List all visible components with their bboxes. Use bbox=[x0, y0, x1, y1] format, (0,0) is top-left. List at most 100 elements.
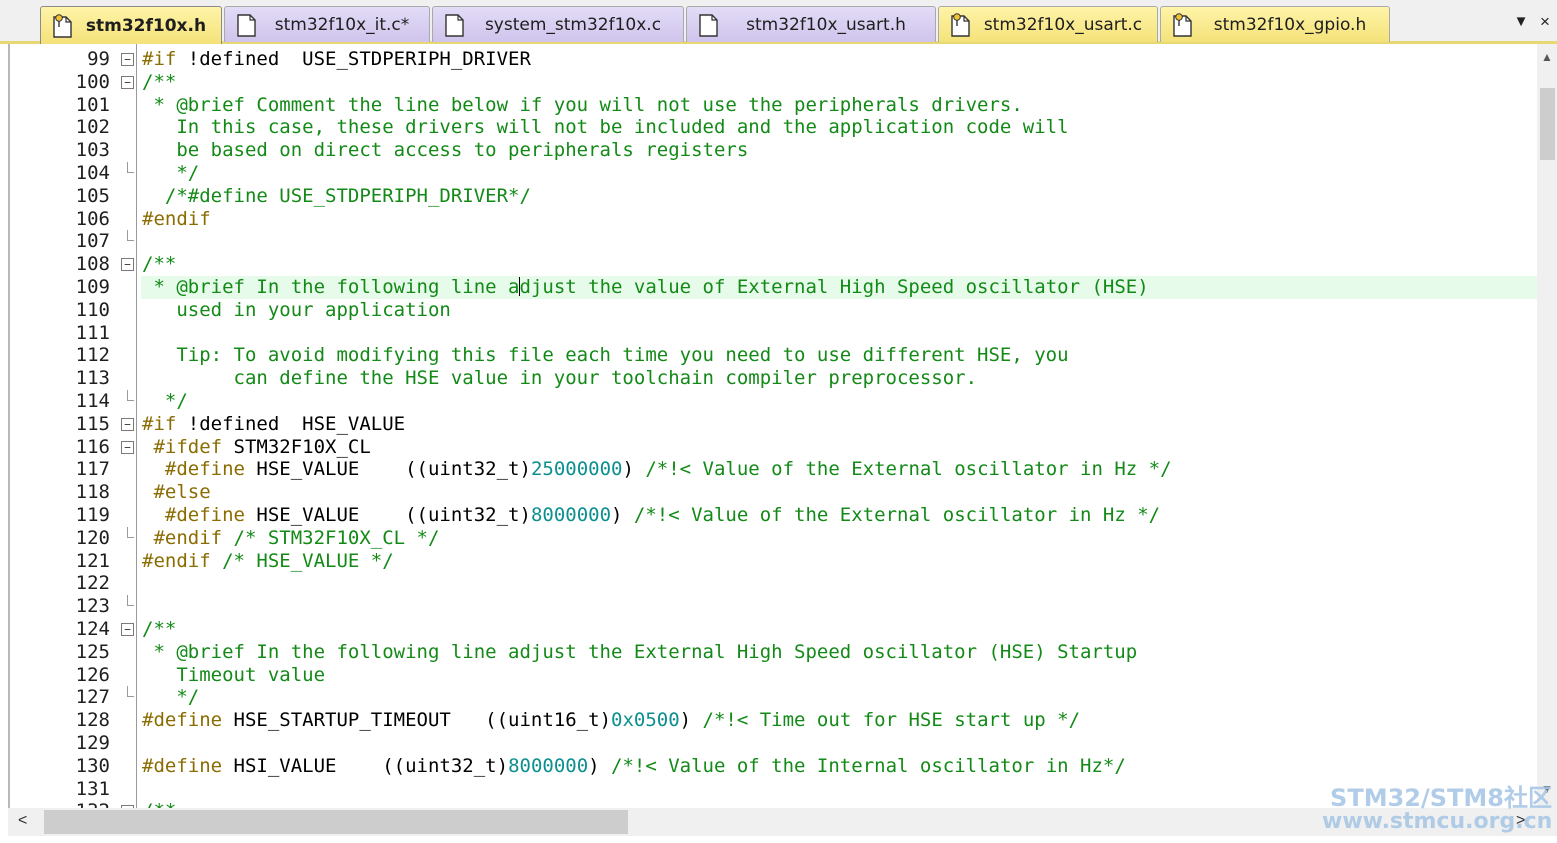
code-line[interactable]: 121 #endif /* HSE_VALUE */ bbox=[10, 550, 1540, 573]
code-line[interactable]: 107 bbox=[10, 230, 1540, 253]
vertical-scroll-thumb[interactable] bbox=[1540, 88, 1555, 160]
tab-stm32f10x-usart-h[interactable]: stm32f10x_usart.h bbox=[686, 6, 936, 42]
code-token: #endif bbox=[142, 207, 211, 230]
code-token: ) bbox=[588, 754, 612, 777]
header-file-icon bbox=[949, 12, 971, 38]
line-number: 100 bbox=[75, 70, 110, 93]
code-line[interactable]: 108−/** bbox=[10, 253, 1540, 276]
code-line[interactable]: 131 bbox=[10, 778, 1540, 801]
code-line[interactable]: 132−/** bbox=[10, 800, 1540, 808]
code-text: */ bbox=[141, 162, 1540, 185]
fold-collapse-icon[interactable]: − bbox=[121, 440, 134, 454]
code-line[interactable]: 120 #endif /* STM32F10X_CL */ bbox=[10, 526, 1540, 550]
line-number: 102 bbox=[75, 116, 110, 139]
vertical-scrollbar[interactable]: ▲ ▼ bbox=[1537, 44, 1557, 808]
line-number: 112 bbox=[75, 344, 110, 367]
code-line[interactable]: 117 #define HSE_VALUE ((uint32_t)2500000… bbox=[10, 458, 1540, 481]
code-line[interactable]: 127 */ bbox=[10, 686, 1540, 709]
code-token: #if bbox=[142, 412, 177, 435]
code-token: #else bbox=[142, 481, 211, 504]
code-line[interactable]: 105 /*#define USE_STDPERIPH_DRIVER*/ bbox=[10, 185, 1540, 208]
code-token: #if bbox=[142, 48, 177, 70]
code-line[interactable]: 101 * @brief Comment the line below if y… bbox=[10, 94, 1540, 117]
code-token: * @brief Comment the line below if you w… bbox=[142, 93, 1023, 116]
code-line[interactable]: 128 #define HSE_STARTUP_TIMEOUT ((uint16_… bbox=[10, 709, 1540, 732]
code-token: /* HSE_VALUE */ bbox=[210, 549, 394, 572]
code-line[interactable]: 124−/** bbox=[10, 618, 1540, 641]
line-number: 132 bbox=[10, 800, 110, 808]
code-line[interactable]: 125 * @brief In the following line adjus… bbox=[10, 641, 1540, 664]
line-number: 99 bbox=[87, 48, 110, 70]
line-number: 120 bbox=[75, 526, 110, 549]
code-text: /** bbox=[141, 618, 1540, 641]
horizontal-scroll-thumb[interactable] bbox=[44, 810, 628, 834]
code-line[interactable]: 114 */ bbox=[10, 390, 1540, 413]
line-number: 117 bbox=[75, 458, 110, 481]
code-line[interactable]: 115− #if !defined HSE_VALUE bbox=[10, 413, 1540, 436]
line-number: 122 bbox=[75, 572, 110, 595]
code-text: #else bbox=[141, 481, 1540, 504]
source-file-icon bbox=[697, 12, 719, 38]
code-line[interactable]: 122 bbox=[10, 572, 1540, 595]
code-token: #endif bbox=[142, 526, 223, 549]
source-file-icon bbox=[235, 12, 257, 38]
line-number: 111 bbox=[75, 321, 110, 344]
tab-stm32f10x-h[interactable]: stm32f10x.h bbox=[40, 6, 222, 44]
code-line[interactable]: 100−/** bbox=[10, 71, 1540, 94]
fold-collapse-icon[interactable]: − bbox=[121, 53, 134, 66]
tab-label: stm32f10x_gpio.h bbox=[1213, 14, 1367, 35]
watermark-line-1: STM32/STM8社区 bbox=[1330, 784, 1552, 812]
line-number: 106 bbox=[75, 207, 110, 230]
close-tab-button[interactable]: × bbox=[1540, 10, 1557, 34]
source-file-icon bbox=[443, 12, 465, 38]
code-line[interactable]: 119 #define HSE_VALUE ((uint32_t)8000000… bbox=[10, 504, 1540, 527]
tab-label: stm32f10x.h bbox=[85, 15, 207, 36]
line-number: 105 bbox=[75, 184, 110, 207]
code-token: * @brief In the following line adjust th… bbox=[142, 640, 1138, 663]
line-number: 124 bbox=[75, 618, 110, 640]
tab-label: stm32f10x_usart.c bbox=[983, 14, 1143, 35]
tab-list-menu-button[interactable]: ▼ bbox=[1506, 10, 1536, 34]
scroll-left-button[interactable]: < bbox=[18, 812, 27, 830]
code-line[interactable]: 104 */ bbox=[10, 162, 1540, 185]
tab-label: stm32f10x_usart.h bbox=[746, 14, 906, 35]
code-text: #if !defined HSE_VALUE bbox=[141, 413, 1540, 436]
code-token: 8000000 bbox=[530, 504, 612, 526]
line-number: 123 bbox=[75, 595, 110, 618]
code-token: /*#define USE_STDPERIPH_DRIVER*/ bbox=[142, 184, 531, 207]
line-number: 131 bbox=[75, 777, 110, 800]
code-line[interactable]: 99− #if !defined USE_STDPERIPH_DRIVER bbox=[10, 48, 1540, 71]
fold-collapse-icon[interactable]: − bbox=[121, 417, 134, 431]
code-line[interactable]: 129 bbox=[10, 732, 1540, 755]
code-line[interactable]: 106 #endif bbox=[10, 208, 1540, 231]
code-token: * @brief In the following line a bbox=[142, 276, 520, 298]
code-token: #define bbox=[142, 458, 245, 481]
code-token: HSI_VALUE ((uint32_t) bbox=[222, 754, 509, 777]
code-editor[interactable]: 99− #if !defined USE_STDPERIPH_DRIVER 100−… bbox=[8, 44, 1557, 808]
scroll-up-button[interactable]: ▲ bbox=[1537, 50, 1557, 70]
code-token: /** bbox=[142, 618, 177, 640]
code-line[interactable]: 110 used in your application bbox=[10, 299, 1540, 322]
code-line[interactable]: 126 Timeout value bbox=[10, 664, 1540, 687]
fold-collapse-icon[interactable]: − bbox=[121, 623, 134, 636]
code-text: * @brief In the following line adjust th… bbox=[141, 641, 1540, 664]
tab-stm32f10x-usart-c[interactable]: stm32f10x_usart.c bbox=[938, 6, 1158, 42]
tab-stm32f10x-gpio-h[interactable]: stm32f10x_gpio.h bbox=[1160, 6, 1390, 42]
fold-collapse-icon[interactable]: − bbox=[121, 258, 134, 272]
code-line[interactable]: 116− #ifdef STM32F10X_CL bbox=[10, 436, 1540, 459]
code-token: !defined HSE_VALUE bbox=[176, 412, 406, 435]
code-line[interactable]: 103 be based on direct access to periphe… bbox=[10, 139, 1540, 162]
code-line[interactable]: 112 Tip: To avoid modifying this file ea… bbox=[10, 344, 1540, 367]
code-line[interactable]: 109 * @brief In the following line adjus… bbox=[10, 276, 1540, 299]
code-text: #endif bbox=[141, 208, 1540, 231]
code-line[interactable]: 123 bbox=[10, 595, 1540, 618]
tab-system-stm32f10x-c[interactable]: system_stm32f10x.c bbox=[432, 6, 684, 42]
tab-stm32f10x-it-c-[interactable]: stm32f10x_it.c* bbox=[224, 6, 430, 42]
code-line[interactable]: 111 bbox=[10, 322, 1540, 345]
code-line[interactable]: 130 #define HSI_VALUE ((uint32_t)8000000)… bbox=[10, 755, 1540, 778]
code-line[interactable]: 102 In this case, these drivers will not… bbox=[10, 116, 1540, 139]
code-line[interactable]: 118 #else bbox=[10, 481, 1540, 504]
line-number: 103 bbox=[75, 139, 110, 162]
fold-collapse-icon[interactable]: − bbox=[121, 75, 134, 89]
code-line[interactable]: 113 can define the HSE value in your too… bbox=[10, 367, 1540, 390]
